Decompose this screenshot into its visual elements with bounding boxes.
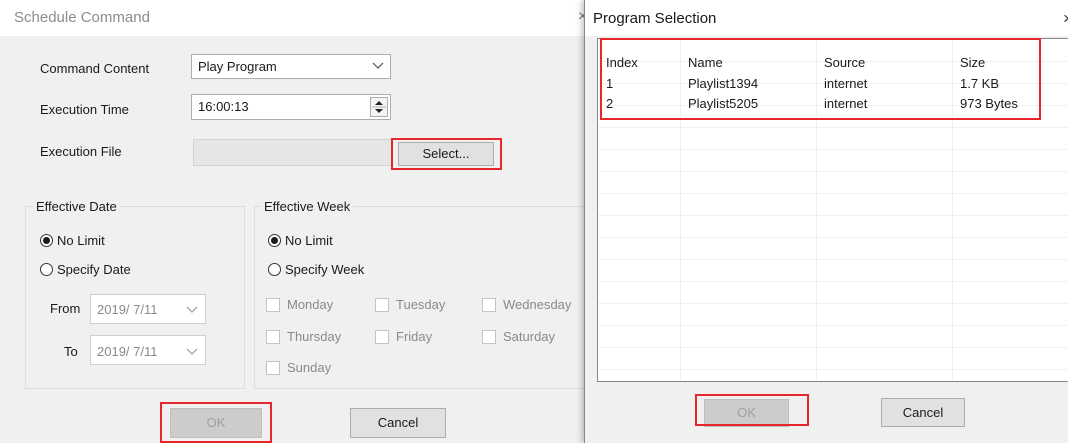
row-divider: [598, 369, 1068, 370]
time-spinner[interactable]: [370, 97, 388, 117]
schedule-cancel-button[interactable]: Cancel: [350, 408, 446, 438]
specify-date-label: Specify Date: [57, 262, 131, 277]
program-rows-highlight: [600, 38, 1041, 120]
tuesday-label: Tuesday: [396, 297, 446, 312]
monday-checkbox[interactable]: [266, 298, 280, 312]
date-no-limit-label: No Limit: [57, 233, 105, 248]
schedule-titlebar: Schedule Command ×: [0, 0, 600, 36]
effective-date-legend: Effective Date: [33, 199, 120, 214]
command-content-value: Play Program: [198, 59, 277, 74]
row-divider: [598, 215, 1068, 216]
to-date-value: 2019/ 7/11: [97, 344, 158, 359]
specify-date-radio[interactable]: [40, 263, 53, 276]
schedule-command-dialog: Schedule Command × Command Content Play …: [0, 0, 600, 443]
spinner-arrows-icon: [372, 101, 386, 113]
row-divider: [598, 193, 1068, 194]
row-divider: [598, 259, 1068, 260]
saturday-checkbox[interactable]: [482, 330, 496, 344]
friday-checkbox[interactable]: [375, 330, 389, 344]
schedule-ok-highlight: [160, 402, 272, 443]
row-divider: [598, 127, 1068, 128]
effective-week-legend: Effective Week: [261, 199, 354, 214]
program-cancel-button[interactable]: Cancel: [881, 398, 965, 427]
row-divider: [598, 149, 1068, 150]
row-divider: [598, 347, 1068, 348]
from-date-picker[interactable]: 2019/ 7/11: [90, 294, 206, 324]
thursday-checkbox[interactable]: [266, 330, 280, 344]
chevron-down-icon: [186, 348, 202, 360]
specify-week-label: Specify Week: [285, 262, 365, 277]
row-divider: [598, 171, 1068, 172]
row-divider: [598, 303, 1068, 304]
tuesday-checkbox[interactable]: [375, 298, 389, 312]
row-divider: [598, 325, 1068, 326]
schedule-dialog-title: Schedule Command: [14, 9, 150, 26]
chevron-down-icon: [372, 62, 388, 74]
select-button-highlight: [391, 138, 502, 170]
row-divider: [598, 237, 1068, 238]
program-dialog-title: Program Selection: [593, 10, 717, 27]
saturday-label: Saturday: [503, 329, 556, 344]
wednesday-checkbox[interactable]: [482, 298, 496, 312]
execution-file-field: [193, 139, 393, 166]
sunday-checkbox[interactable]: [266, 361, 280, 375]
week-no-limit-radio[interactable]: [268, 234, 281, 247]
monday-label: Monday: [287, 297, 334, 312]
to-date-picker[interactable]: 2019/ 7/11: [90, 335, 206, 365]
command-content-select[interactable]: Play Program: [191, 54, 391, 79]
week-no-limit-label: No Limit: [285, 233, 333, 248]
chevron-down-icon: [186, 306, 202, 318]
execution-file-label: Execution File: [40, 144, 122, 159]
sunday-label: Sunday: [287, 360, 332, 375]
program-ok-highlight: [695, 394, 809, 426]
thursday-label: Thursday: [287, 329, 342, 344]
wednesday-label: Wednesday: [503, 297, 572, 312]
row-divider: [598, 281, 1068, 282]
command-content-label: Command Content: [40, 61, 150, 76]
from-label: From: [50, 301, 81, 316]
from-date-value: 2019/ 7/11: [97, 302, 158, 317]
friday-label: Friday: [396, 329, 433, 344]
date-no-limit-radio[interactable]: [40, 234, 53, 247]
program-titlebar: Program Selection ×: [585, 0, 1068, 36]
execution-time-label: Execution Time: [40, 102, 129, 117]
execution-time-field[interactable]: 16:00:13: [191, 94, 391, 120]
program-selection-dialog: Program Selection × Index Name Source Si…: [584, 0, 1068, 443]
program-close-icon[interactable]: ×: [1063, 9, 1068, 29]
execution-time-value: 16:00:13: [198, 99, 249, 114]
specify-week-radio[interactable]: [268, 263, 281, 276]
to-label: To: [64, 344, 78, 359]
